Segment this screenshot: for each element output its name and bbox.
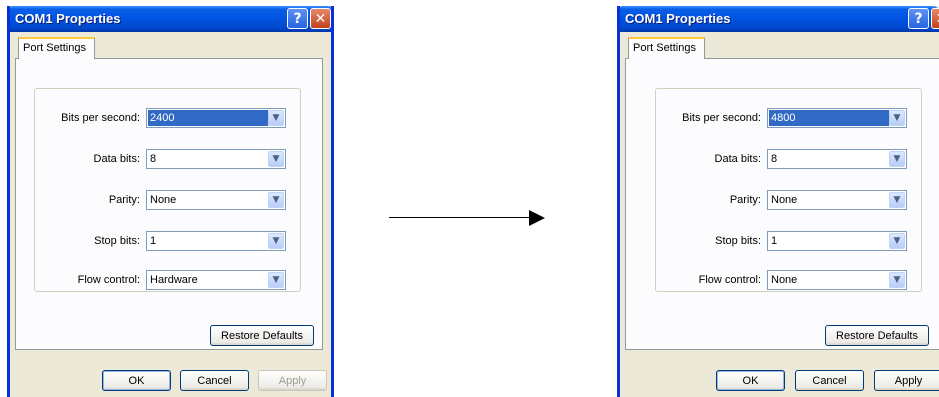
close-icon[interactable]: ✕ bbox=[931, 8, 939, 29]
bits-per-second-label: Bits per second: bbox=[61, 112, 140, 124]
tab-port-settings[interactable]: Port Settings bbox=[18, 37, 95, 59]
data-bits-value: 8 bbox=[150, 153, 157, 165]
stop-bits-select[interactable]: 1 ▼ bbox=[767, 231, 907, 251]
transition-arrow-line bbox=[389, 217, 531, 218]
chevron-down-icon[interactable]: ▼ bbox=[889, 151, 905, 167]
chevron-down-icon[interactable]: ▼ bbox=[889, 272, 905, 288]
tab-port-settings[interactable]: Port Settings bbox=[628, 37, 705, 59]
chevron-down-icon[interactable]: ▼ bbox=[268, 233, 284, 249]
com1-properties-dialog-after: COM1 Properties ? ✕ Port Settings Bits p… bbox=[617, 6, 939, 397]
settings-group: Bits per second: 4800 ▼ Data bits: 8 ▼ P… bbox=[655, 88, 922, 292]
chevron-down-icon[interactable]: ▼ bbox=[268, 272, 284, 288]
flow-control-value: Hardware bbox=[150, 274, 198, 286]
chevron-down-icon[interactable]: ▼ bbox=[889, 233, 905, 249]
title-bar[interactable]: COM1 Properties ? ✕ bbox=[620, 6, 939, 32]
chevron-down-icon[interactable]: ▼ bbox=[268, 192, 284, 208]
flow-control-label: Flow control: bbox=[698, 274, 761, 286]
parity-label: Parity: bbox=[729, 194, 761, 206]
parity-value: None bbox=[771, 194, 798, 206]
parity-select[interactable]: None ▼ bbox=[146, 190, 286, 210]
close-icon[interactable]: ✕ bbox=[310, 8, 331, 29]
data-bits-select[interactable]: 8 ▼ bbox=[146, 149, 286, 169]
bits-per-second-value: 2400 bbox=[148, 110, 268, 126]
title-bar[interactable]: COM1 Properties ? ✕ bbox=[10, 6, 331, 32]
apply-button[interactable]: Apply bbox=[258, 370, 327, 391]
ok-button[interactable]: OK bbox=[716, 370, 785, 391]
data-bits-label: Data bits: bbox=[93, 153, 140, 165]
flow-control-value: None bbox=[771, 274, 798, 286]
chevron-down-icon[interactable]: ▼ bbox=[889, 110, 905, 126]
stop-bits-select[interactable]: 1 ▼ bbox=[146, 231, 286, 251]
bits-per-second-label: Bits per second: bbox=[682, 112, 761, 124]
stop-bits-value: 1 bbox=[771, 235, 778, 247]
data-bits-select[interactable]: 8 ▼ bbox=[767, 149, 907, 169]
cancel-button[interactable]: Cancel bbox=[795, 370, 864, 391]
chevron-down-icon[interactable]: ▼ bbox=[268, 110, 284, 126]
chevron-down-icon[interactable]: ▼ bbox=[889, 192, 905, 208]
parity-label: Parity: bbox=[108, 194, 140, 206]
flow-control-label: Flow control: bbox=[77, 274, 140, 286]
bits-per-second-select[interactable]: 4800 ▼ bbox=[767, 108, 907, 128]
restore-defaults-button[interactable]: Restore Defaults bbox=[210, 325, 314, 346]
flow-control-select[interactable]: None ▼ bbox=[767, 270, 907, 290]
stop-bits-value: 1 bbox=[150, 235, 157, 247]
data-bits-label: Data bits: bbox=[714, 153, 761, 165]
restore-defaults-button[interactable]: Restore Defaults bbox=[825, 325, 929, 346]
stop-bits-label: Stop bits: bbox=[94, 235, 140, 247]
help-icon[interactable]: ? bbox=[287, 8, 308, 29]
bits-per-second-select[interactable]: 2400 ▼ bbox=[146, 108, 286, 128]
stop-bits-label: Stop bits: bbox=[715, 235, 761, 247]
bits-per-second-value: 4800 bbox=[769, 110, 889, 126]
parity-select[interactable]: None ▼ bbox=[767, 190, 907, 210]
dialog-title: COM1 Properties bbox=[625, 11, 731, 26]
dialog-title: COM1 Properties bbox=[15, 11, 121, 26]
settings-group: Bits per second: 2400 ▼ Data bits: 8 ▼ P… bbox=[34, 88, 301, 292]
port-settings-panel: Bits per second: 4800 ▼ Data bits: 8 ▼ P… bbox=[625, 58, 939, 350]
flow-control-select[interactable]: Hardware ▼ bbox=[146, 270, 286, 290]
com1-properties-dialog-before: COM1 Properties ? ✕ Port Settings Bits p… bbox=[7, 6, 334, 397]
cancel-button[interactable]: Cancel bbox=[180, 370, 249, 391]
chevron-down-icon[interactable]: ▼ bbox=[268, 151, 284, 167]
data-bits-value: 8 bbox=[771, 153, 778, 165]
arrow-right-icon bbox=[529, 210, 545, 226]
ok-button[interactable]: OK bbox=[102, 370, 171, 391]
port-settings-panel: Bits per second: 2400 ▼ Data bits: 8 ▼ P… bbox=[15, 58, 323, 350]
apply-button[interactable]: Apply bbox=[874, 370, 939, 391]
help-icon[interactable]: ? bbox=[908, 8, 929, 29]
parity-value: None bbox=[150, 194, 177, 206]
